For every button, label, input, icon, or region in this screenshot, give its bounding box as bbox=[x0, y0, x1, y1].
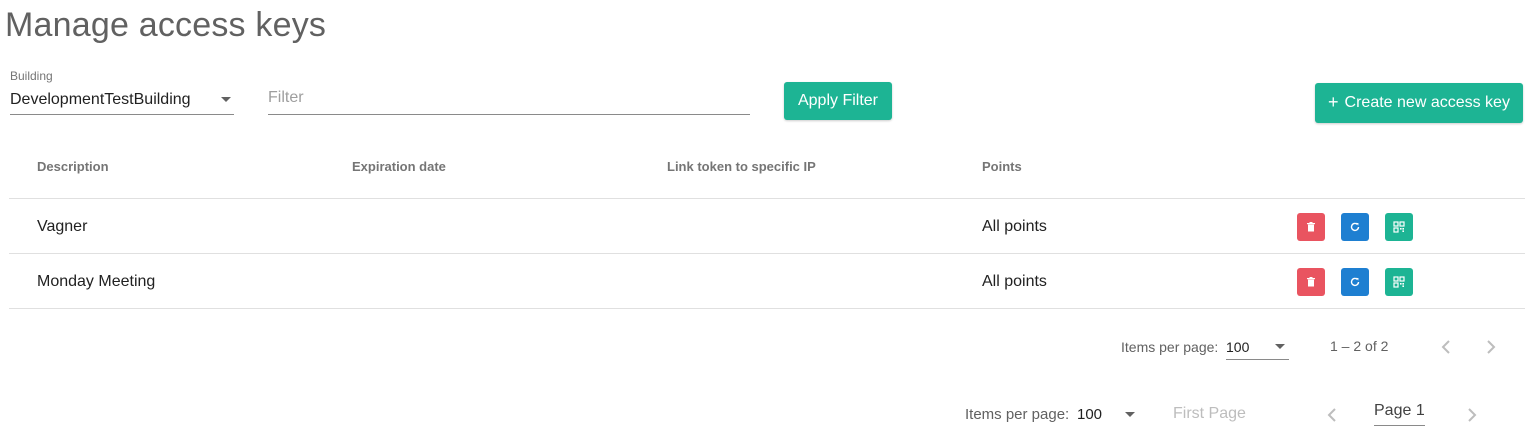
row-actions bbox=[1297, 268, 1413, 296]
caret-down-icon bbox=[221, 97, 231, 102]
table-header: Description Expiration date Link token t… bbox=[9, 142, 1525, 199]
delete-button[interactable] bbox=[1297, 268, 1325, 296]
items-per-page-label: Items per page: bbox=[1121, 339, 1219, 355]
first-page-button[interactable]: First Page bbox=[1173, 405, 1246, 423]
cell-points: All points bbox=[982, 218, 1047, 235]
access-keys-table: Description Expiration date Link token t… bbox=[9, 142, 1525, 309]
column-header-description[interactable]: Description bbox=[37, 159, 109, 174]
plus-icon: + bbox=[1328, 91, 1339, 112]
chevron-right-icon bbox=[1468, 408, 1477, 422]
chevron-left-icon bbox=[1327, 408, 1336, 422]
table-row: Vagner All points bbox=[9, 199, 1525, 254]
caret-down-icon bbox=[1275, 344, 1285, 349]
table-row: Monday Meeting All points bbox=[9, 254, 1525, 309]
column-header-ip-link[interactable]: Link token to specific IP bbox=[667, 159, 816, 174]
column-header-expiration-date[interactable]: Expiration date bbox=[352, 159, 446, 174]
previous-page-button[interactable] bbox=[1322, 405, 1342, 425]
apply-filter-button[interactable]: Apply Filter bbox=[784, 82, 892, 120]
delete-icon bbox=[1307, 277, 1315, 287]
current-page-label: Page 1 bbox=[1374, 402, 1425, 426]
filter-field bbox=[268, 84, 750, 115]
delete-icon bbox=[1307, 222, 1315, 232]
building-label: Building bbox=[10, 69, 53, 83]
table-paginator: Items per page: 100 1 – 2 of 2 bbox=[0, 335, 1534, 360]
next-page-button[interactable] bbox=[1462, 405, 1482, 425]
cell-points: All points bbox=[982, 273, 1047, 290]
building-select[interactable]: Building DevelopmentTestBuilding bbox=[10, 68, 234, 115]
qr-code-icon bbox=[1393, 276, 1405, 288]
delete-button[interactable] bbox=[1297, 213, 1325, 241]
items-per-page-select[interactable]: 100 bbox=[1077, 402, 1139, 426]
refresh-icon bbox=[1350, 277, 1360, 287]
filter-input[interactable] bbox=[268, 84, 750, 112]
range-label: 1 – 2 of 2 bbox=[1330, 338, 1389, 354]
qr-code-button[interactable] bbox=[1385, 213, 1413, 241]
items-per-page-value: 100 bbox=[1077, 406, 1103, 423]
items-per-page-select[interactable]: 100 bbox=[1226, 335, 1289, 360]
items-per-page-value: 100 bbox=[1226, 339, 1250, 355]
page-paginator: Items per page: 100 First Page Page 1 bbox=[0, 402, 1534, 430]
cell-description: Vagner bbox=[37, 218, 88, 235]
create-access-key-label: Create new access key bbox=[1344, 94, 1510, 111]
qr-code-icon bbox=[1393, 221, 1405, 233]
chevron-right-icon bbox=[1487, 340, 1496, 354]
previous-page-button[interactable] bbox=[1436, 337, 1456, 357]
next-page-button[interactable] bbox=[1481, 337, 1501, 357]
cell-description: Monday Meeting bbox=[37, 273, 156, 290]
column-header-points[interactable]: Points bbox=[982, 159, 1022, 174]
building-value: DevelopmentTestBuilding bbox=[10, 91, 191, 108]
refresh-button[interactable] bbox=[1341, 268, 1369, 296]
row-actions bbox=[1297, 213, 1413, 241]
chevron-left-icon bbox=[1441, 340, 1450, 354]
caret-down-icon bbox=[1125, 412, 1135, 417]
refresh-icon bbox=[1350, 222, 1360, 232]
refresh-button[interactable] bbox=[1341, 213, 1369, 241]
page-title: Manage access keys bbox=[5, 6, 327, 44]
create-access-key-button[interactable]: + Create new access key bbox=[1315, 83, 1523, 123]
qr-code-button[interactable] bbox=[1385, 268, 1413, 296]
items-per-page-label: Items per page: bbox=[965, 406, 1070, 423]
